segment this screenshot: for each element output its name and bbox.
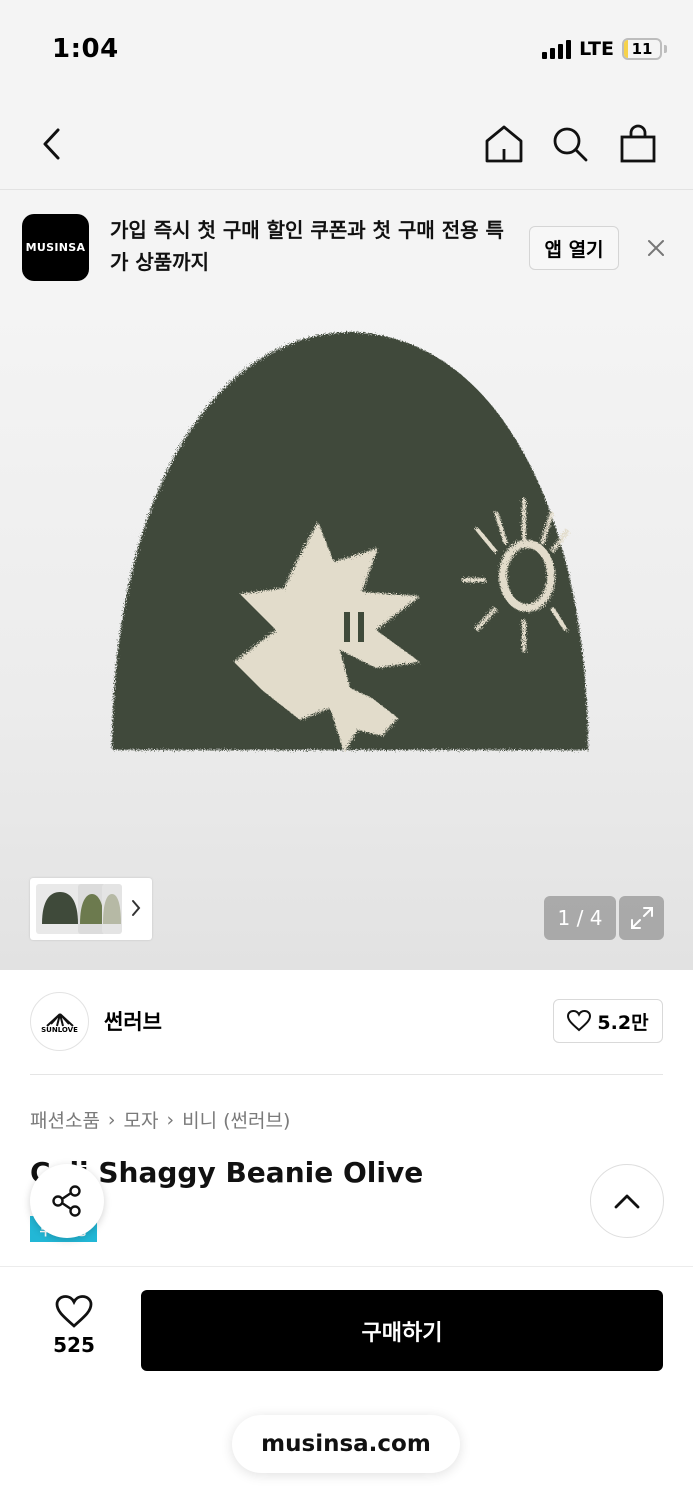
bottom-action-bar: 525 구매하기 musinsa.com: [0, 1266, 693, 1500]
battery-icon: 11: [622, 38, 662, 60]
promo-message: 가입 즉시 첫 구매 할인 쿠폰과 첫 구매 전용 특가 상품까지: [110, 218, 504, 274]
product-image-gallery[interactable]: 1 / 4: [0, 300, 693, 970]
open-app-button[interactable]: 앱 열기: [529, 226, 619, 270]
breadcrumb-item[interactable]: 모자: [124, 1106, 159, 1133]
app-promo-banner: MUSINSA 가입 즉시 첫 구매 할인 쿠폰과 첫 구매 전용 특가 상품까…: [0, 190, 693, 300]
breadcrumb-separator: ›: [107, 1108, 116, 1131]
thumbnail-1[interactable]: [36, 884, 84, 934]
thumbnail-3[interactable]: [102, 884, 122, 934]
scroll-top-button[interactable]: [590, 1164, 664, 1238]
brand-logo[interactable]: SUNLOVE: [30, 992, 89, 1051]
brand-row: SUNLOVE 썬러브 5.2만: [0, 970, 693, 1075]
home-icon[interactable]: [480, 120, 528, 168]
brand-logo-text: SUNLOVE: [41, 1025, 78, 1034]
brand-name[interactable]: 썬러브: [104, 1006, 162, 1036]
back-icon[interactable]: [28, 120, 76, 168]
shopping-bag-icon[interactable]: [614, 120, 662, 168]
share-icon[interactable]: [30, 1164, 104, 1238]
status-time: 1:04: [52, 34, 119, 64]
battery-level: 11: [631, 40, 653, 58]
close-icon[interactable]: [640, 232, 672, 264]
search-icon[interactable]: [546, 120, 594, 168]
battery-fill: [624, 40, 628, 58]
breadcrumb-item[interactable]: 비니 (썬러브): [182, 1106, 290, 1133]
thumbnail-strip[interactable]: [30, 878, 152, 940]
battery-tip: [664, 45, 667, 53]
status-indicators: LTE 11: [542, 38, 667, 60]
musinsa-logo: MUSINSA: [22, 214, 89, 281]
browser-url-pill[interactable]: musinsa.com: [232, 1415, 460, 1473]
wishlist-button[interactable]: 525: [30, 1295, 118, 1365]
breadcrumb-item[interactable]: 패션소품: [30, 1106, 100, 1133]
divider: [30, 1074, 663, 1075]
image-counter: 1 / 4: [544, 896, 616, 940]
brand-like-count: 5.2만: [597, 1011, 649, 1034]
expand-icon[interactable]: [619, 896, 664, 940]
nav-bar: [0, 100, 693, 190]
signal-icon: [542, 39, 572, 59]
status-bar: 1:04 LTE 11: [0, 0, 693, 100]
product-image: [112, 332, 588, 752]
breadcrumb: 패션소품 › 모자 › 비니 (썬러브): [30, 1106, 290, 1133]
brand-like-button[interactable]: 5.2만: [553, 999, 663, 1043]
buy-button[interactable]: 구매하기: [141, 1290, 663, 1371]
chevron-up-icon: [614, 1194, 640, 1209]
chevron-right-icon[interactable]: [130, 898, 142, 922]
wishlist-count: 525: [53, 1333, 95, 1357]
network-type: LTE: [579, 38, 614, 60]
heart-outline-icon: [567, 1010, 592, 1032]
breadcrumb-separator: ›: [166, 1108, 175, 1131]
heart-outline-icon: [55, 1295, 93, 1328]
